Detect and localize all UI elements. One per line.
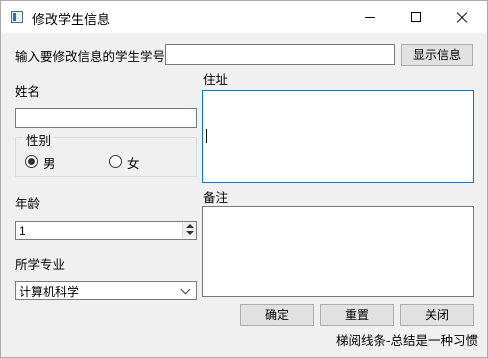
address-label: 住址 bbox=[203, 72, 229, 87]
age-spinbox[interactable] bbox=[15, 221, 197, 240]
name-label: 姓名 bbox=[15, 84, 41, 99]
reset-button[interactable]: 重置 bbox=[320, 304, 394, 326]
gender-group-title: 性别 bbox=[23, 130, 55, 149]
app-icon bbox=[11, 11, 23, 23]
radio-female-label[interactable]: 女 bbox=[127, 153, 140, 172]
notes-textarea[interactable] bbox=[202, 206, 474, 297]
window-title: 修改学生信息 bbox=[32, 13, 111, 28]
radio-male[interactable] bbox=[25, 155, 38, 168]
show-info-button[interactable]: 显示信息 bbox=[401, 44, 473, 66]
minimize-button[interactable] bbox=[347, 1, 393, 33]
text-caret bbox=[206, 129, 207, 143]
spin-down-icon[interactable] bbox=[186, 231, 194, 235]
close-button[interactable]: 关闭 bbox=[400, 304, 474, 326]
age-label: 年龄 bbox=[15, 196, 41, 211]
footer-text: 梯阅线条-总结是一种习惯 bbox=[336, 333, 479, 348]
major-combobox[interactable]: 计算机科学 bbox=[15, 281, 197, 300]
major-label: 所学专业 bbox=[15, 257, 66, 272]
confirm-button[interactable]: 确定 bbox=[240, 304, 314, 326]
spin-up-icon[interactable] bbox=[186, 224, 194, 228]
major-selected-value: 计算机科学 bbox=[19, 285, 80, 299]
address-textarea[interactable] bbox=[202, 90, 474, 183]
student-id-label: 输入要修改信息的学生学号 bbox=[15, 49, 166, 64]
maximize-button[interactable] bbox=[393, 1, 439, 33]
notes-label: 备注 bbox=[203, 190, 229, 205]
close-window-button[interactable] bbox=[439, 1, 485, 33]
name-input[interactable] bbox=[15, 108, 197, 128]
dialog-window: 修改学生信息 输入要修改信息的学生学号 显示信息 姓名 性别 男 女 年龄 所学… bbox=[0, 0, 488, 358]
radio-male-label[interactable]: 男 bbox=[43, 153, 56, 172]
title-bar[interactable]: 修改学生信息 bbox=[1, 1, 487, 33]
student-id-input[interactable] bbox=[165, 44, 395, 65]
age-spin-buttons[interactable] bbox=[182, 222, 196, 238]
radio-female[interactable] bbox=[109, 155, 122, 168]
